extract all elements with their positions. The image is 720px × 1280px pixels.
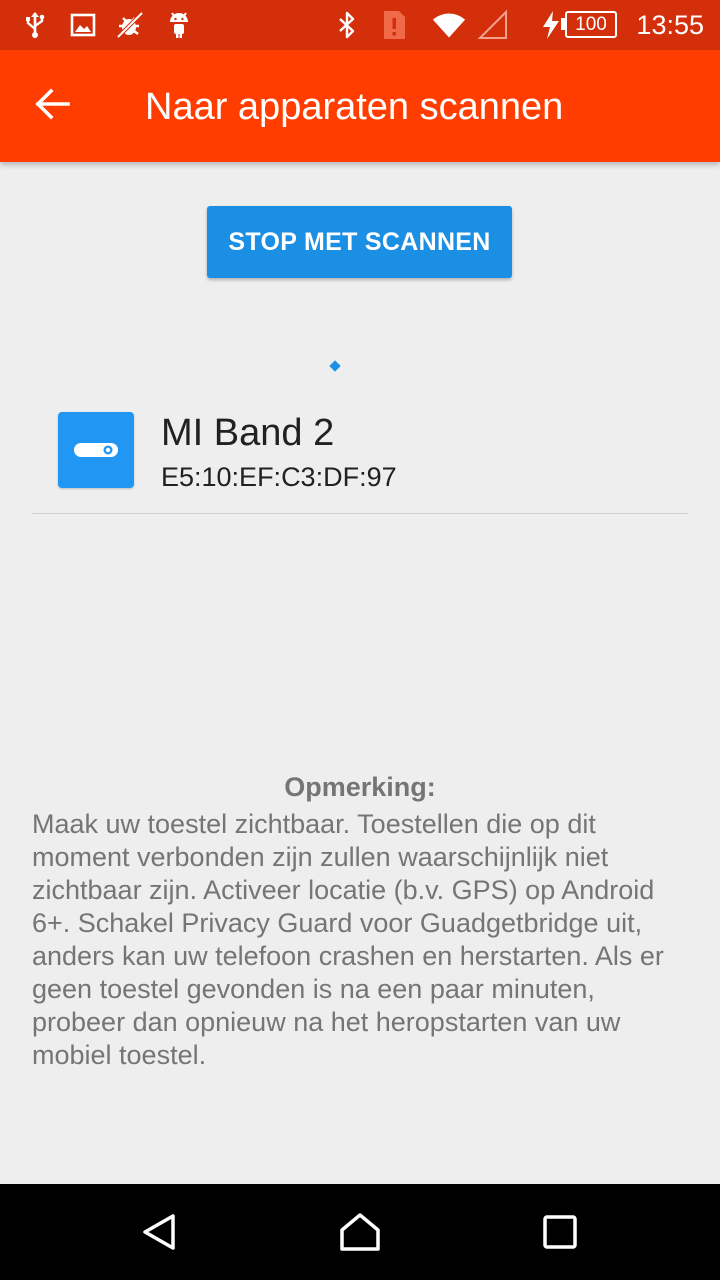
stop-scanning-button[interactable]: STOP MET SCANNEN [207,206,512,278]
note-body: Maak uw toestel zichtbaar. Toestellen di… [32,809,664,1070]
battery-level: 100 [565,11,617,38]
signal-icon [476,8,510,42]
bluetooth-icon [330,8,364,42]
nav-back-button[interactable] [130,1204,190,1264]
device-list-item[interactable]: MI Band 2 E5:10:EF:C3:DF:97 [32,390,688,514]
sim-alert-icon [377,8,411,42]
scan-progress-indicator [329,360,341,372]
device-name: MI Band 2 [161,412,335,454]
nav-home-button[interactable] [330,1204,390,1264]
android-icon [162,8,196,42]
scan-screen: 100 13:55 Naar apparaten scannen STOP ME… [0,0,720,1280]
fitness-band-icon [58,412,134,488]
back-button[interactable] [24,78,80,134]
note-heading: Opmerking: [284,772,436,802]
nav-recents-button[interactable] [530,1204,590,1264]
usb-icon [18,8,52,42]
image-icon [66,8,100,42]
status-bar: 100 13:55 [0,0,720,50]
app-bar: Naar apparaten scannen [0,50,720,162]
clock: 13:55 [636,10,704,40]
arrow-back-icon [34,87,70,125]
back-triangle-icon [140,1212,180,1257]
wifi-icon [432,8,466,42]
device-address: E5:10:EF:C3:DF:97 [161,462,397,492]
page-title: Naar apparaten scannen [145,86,564,128]
home-icon [338,1212,382,1257]
recents-icon [542,1214,578,1255]
navigation-bar [0,1184,720,1280]
debug-icon [113,8,147,42]
